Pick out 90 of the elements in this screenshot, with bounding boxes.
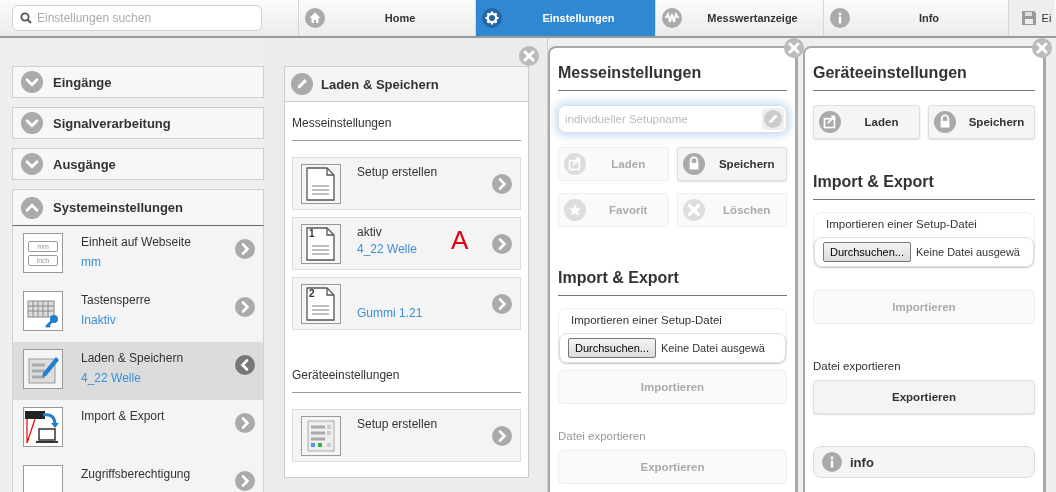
item-value: mm [81,255,102,269]
setup-entry[interactable]: Setup erstellen [292,409,521,462]
search-icon [20,12,32,24]
expand-icon [21,112,43,134]
annotation-letter: A [451,227,469,253]
item-value: Inaktiv [81,313,117,327]
pencil-icon [291,73,313,95]
search-field[interactable]: Einstellungen suchen [12,5,262,31]
chevron-left-icon [235,355,255,375]
setup-name-field[interactable]: individueller Setupname [558,105,787,133]
item-title: Tastensperre [81,293,152,307]
device-panel-icon [301,416,341,456]
transfer-icon [23,407,63,447]
load-button[interactable]: Laden [813,105,920,139]
keyboard-key-icon [23,291,63,331]
dialog-title: Messeinstellungen [558,58,787,91]
info-icon [830,8,850,28]
chevron-right-icon [492,234,512,254]
save-button[interactable]: Speichern [676,147,787,181]
close-icon[interactable] [519,46,539,66]
dialog-title: Geräteeinstellungen [813,58,1035,91]
item-title: Laden & Speichern [81,351,185,365]
entry-value: 4_22 Welle [357,242,418,256]
settings-item[interactable]: Laden & Speichern 4_22 Welle [13,342,263,400]
export-icon [819,111,841,133]
chevron-right-icon [492,426,512,446]
settings-item[interactable]: Import & Export [13,400,263,458]
info-icon [822,452,842,472]
home-icon [305,8,325,28]
entry-title: aktiv [357,225,383,239]
section-heading: Geräteeinstellungen [292,358,521,393]
form-edit-icon [23,349,63,389]
item-title: Import & Export [81,409,166,423]
nav-tab[interactable]: Messwertanzeige [655,0,823,36]
waveform-icon [662,8,682,28]
lock-icon [934,111,956,133]
export-icon [564,153,586,175]
setup-entry[interactable]: 1 aktiv 4_22 Welle A [292,217,521,270]
nav-tab[interactable]: Info [823,0,1008,36]
info-button[interactable]: info [813,446,1035,478]
section-title: Import & Export [558,263,787,296]
document-number: 2 [309,289,315,299]
nav-tab[interactable]: Home [298,0,475,36]
settings-item[interactable]: Tastensperre Inaktiv [13,284,263,342]
chevron-right-icon [235,297,255,317]
item-title: Zugriffsberechtigung [81,467,192,481]
accordion-header[interactable]: Eingänge [12,66,264,98]
chevron-right-icon [235,413,255,433]
expand-icon [21,153,43,175]
item-title: Einheit auf Webseite [81,235,192,249]
file-status: Keine Datei ausgewä [916,246,1020,258]
panel-header: Laden & Speichern [284,66,529,102]
settings-icon [482,8,502,28]
nav-tab[interactable]: Ei [1008,0,1054,36]
accordion-header[interactable]: Signalverarbeitung [12,107,264,139]
accordion-header[interactable]: Ausgänge [12,148,264,180]
export-button[interactable]: Exportieren [813,380,1035,414]
section-title: Import & Export [813,167,1035,200]
nav-tab[interactable]: Einstellungen [475,0,655,36]
accordion-header[interactable]: Systemeinstellungen [12,189,264,225]
file-status: Keine Datei ausgewä [661,342,765,354]
export-label: Datei exportieren [813,360,902,372]
chevron-right-icon [492,294,512,314]
chevron-right-icon [492,174,512,194]
section-heading: Messeinstellungen [292,106,521,141]
close-icon[interactable] [1032,38,1052,58]
chevron-right-icon [235,239,255,259]
export-label: Datei exportieren [558,430,647,442]
import-label: Importieren einer Setup-Datei [570,314,723,326]
entry-title: Setup erstellen [357,417,439,431]
setup-entry[interactable]: Setup erstellen [292,157,521,210]
browse-button[interactable]: Durchsuchen... [823,242,911,262]
collapse-icon [21,196,43,219]
lock-icon [682,153,705,175]
pencil-icon [762,108,784,130]
document-icon [301,224,341,264]
entry-value: Gummi 1.21 [357,306,424,320]
close-icon[interactable] [784,38,804,58]
document-icon [301,164,341,204]
expand-icon [21,71,43,93]
entry-title: Setup erstellen [357,165,439,179]
settings-item[interactable]: Zugriffsberechtigung [13,458,263,492]
document-icon [301,284,341,324]
document-number: 1 [309,229,315,239]
import-label: Importieren einer Setup-Datei [825,218,978,230]
save-button[interactable]: Speichern [928,105,1035,139]
close-icon [682,199,705,221]
item-value: 4_22 Welle [81,371,142,385]
browse-button[interactable]: Durchsuchen... [568,338,656,358]
setup-entry[interactable]: 2 Gummi 1.21 [292,277,521,330]
